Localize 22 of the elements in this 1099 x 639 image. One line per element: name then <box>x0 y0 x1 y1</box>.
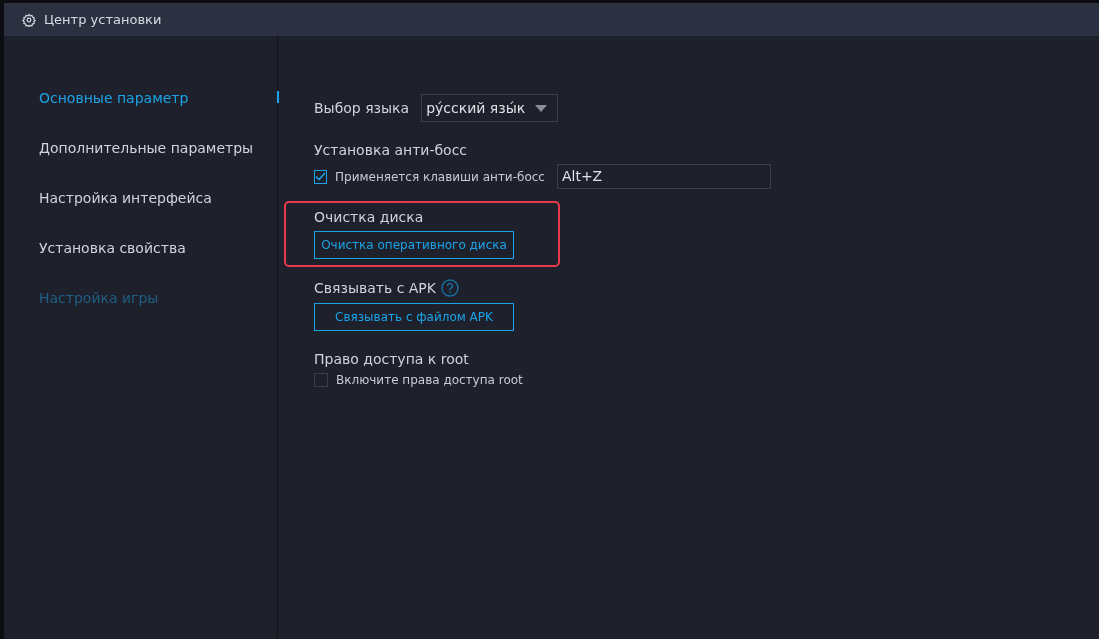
section-title: Связывать с APK <box>314 280 436 296</box>
active-indicator <box>277 91 279 103</box>
hotkey-field[interactable]: Alt+Z <box>556 164 771 189</box>
sidebar-item[interactable]: Установка свойства <box>4 238 277 288</box>
checkbox[interactable] <box>314 169 327 184</box>
sidebar-item[interactable]: Дополнительные параметры <box>4 138 277 188</box>
checkbox-label: Включите права доступа root <box>336 373 523 387</box>
section-title: Право доступа к root <box>314 351 469 367</box>
sidebar-item[interactable]: Основные параметр <box>4 88 277 138</box>
checkbox-label: Применяется клавиши анти-босс <box>335 169 545 184</box>
action-button[interactable]: Очистка оперативного диска <box>314 231 514 259</box>
section-title: Очистка диска <box>314 209 424 225</box>
language-dropdown[interactable]: ру́сский язы́к <box>421 94 558 122</box>
section-title: Установка анти-босс <box>314 142 468 158</box>
action-button[interactable]: Связывать с файлом APK <box>314 303 514 331</box>
sidebar-item[interactable]: Настройка интерфейса <box>4 188 277 238</box>
caret-icon <box>535 104 547 112</box>
help-icon[interactable] <box>441 279 459 297</box>
language-label: Выбор языка <box>314 100 410 116</box>
window-title: Центр установки <box>44 12 162 27</box>
checkbox[interactable] <box>314 373 328 387</box>
settings-icon <box>22 12 36 27</box>
